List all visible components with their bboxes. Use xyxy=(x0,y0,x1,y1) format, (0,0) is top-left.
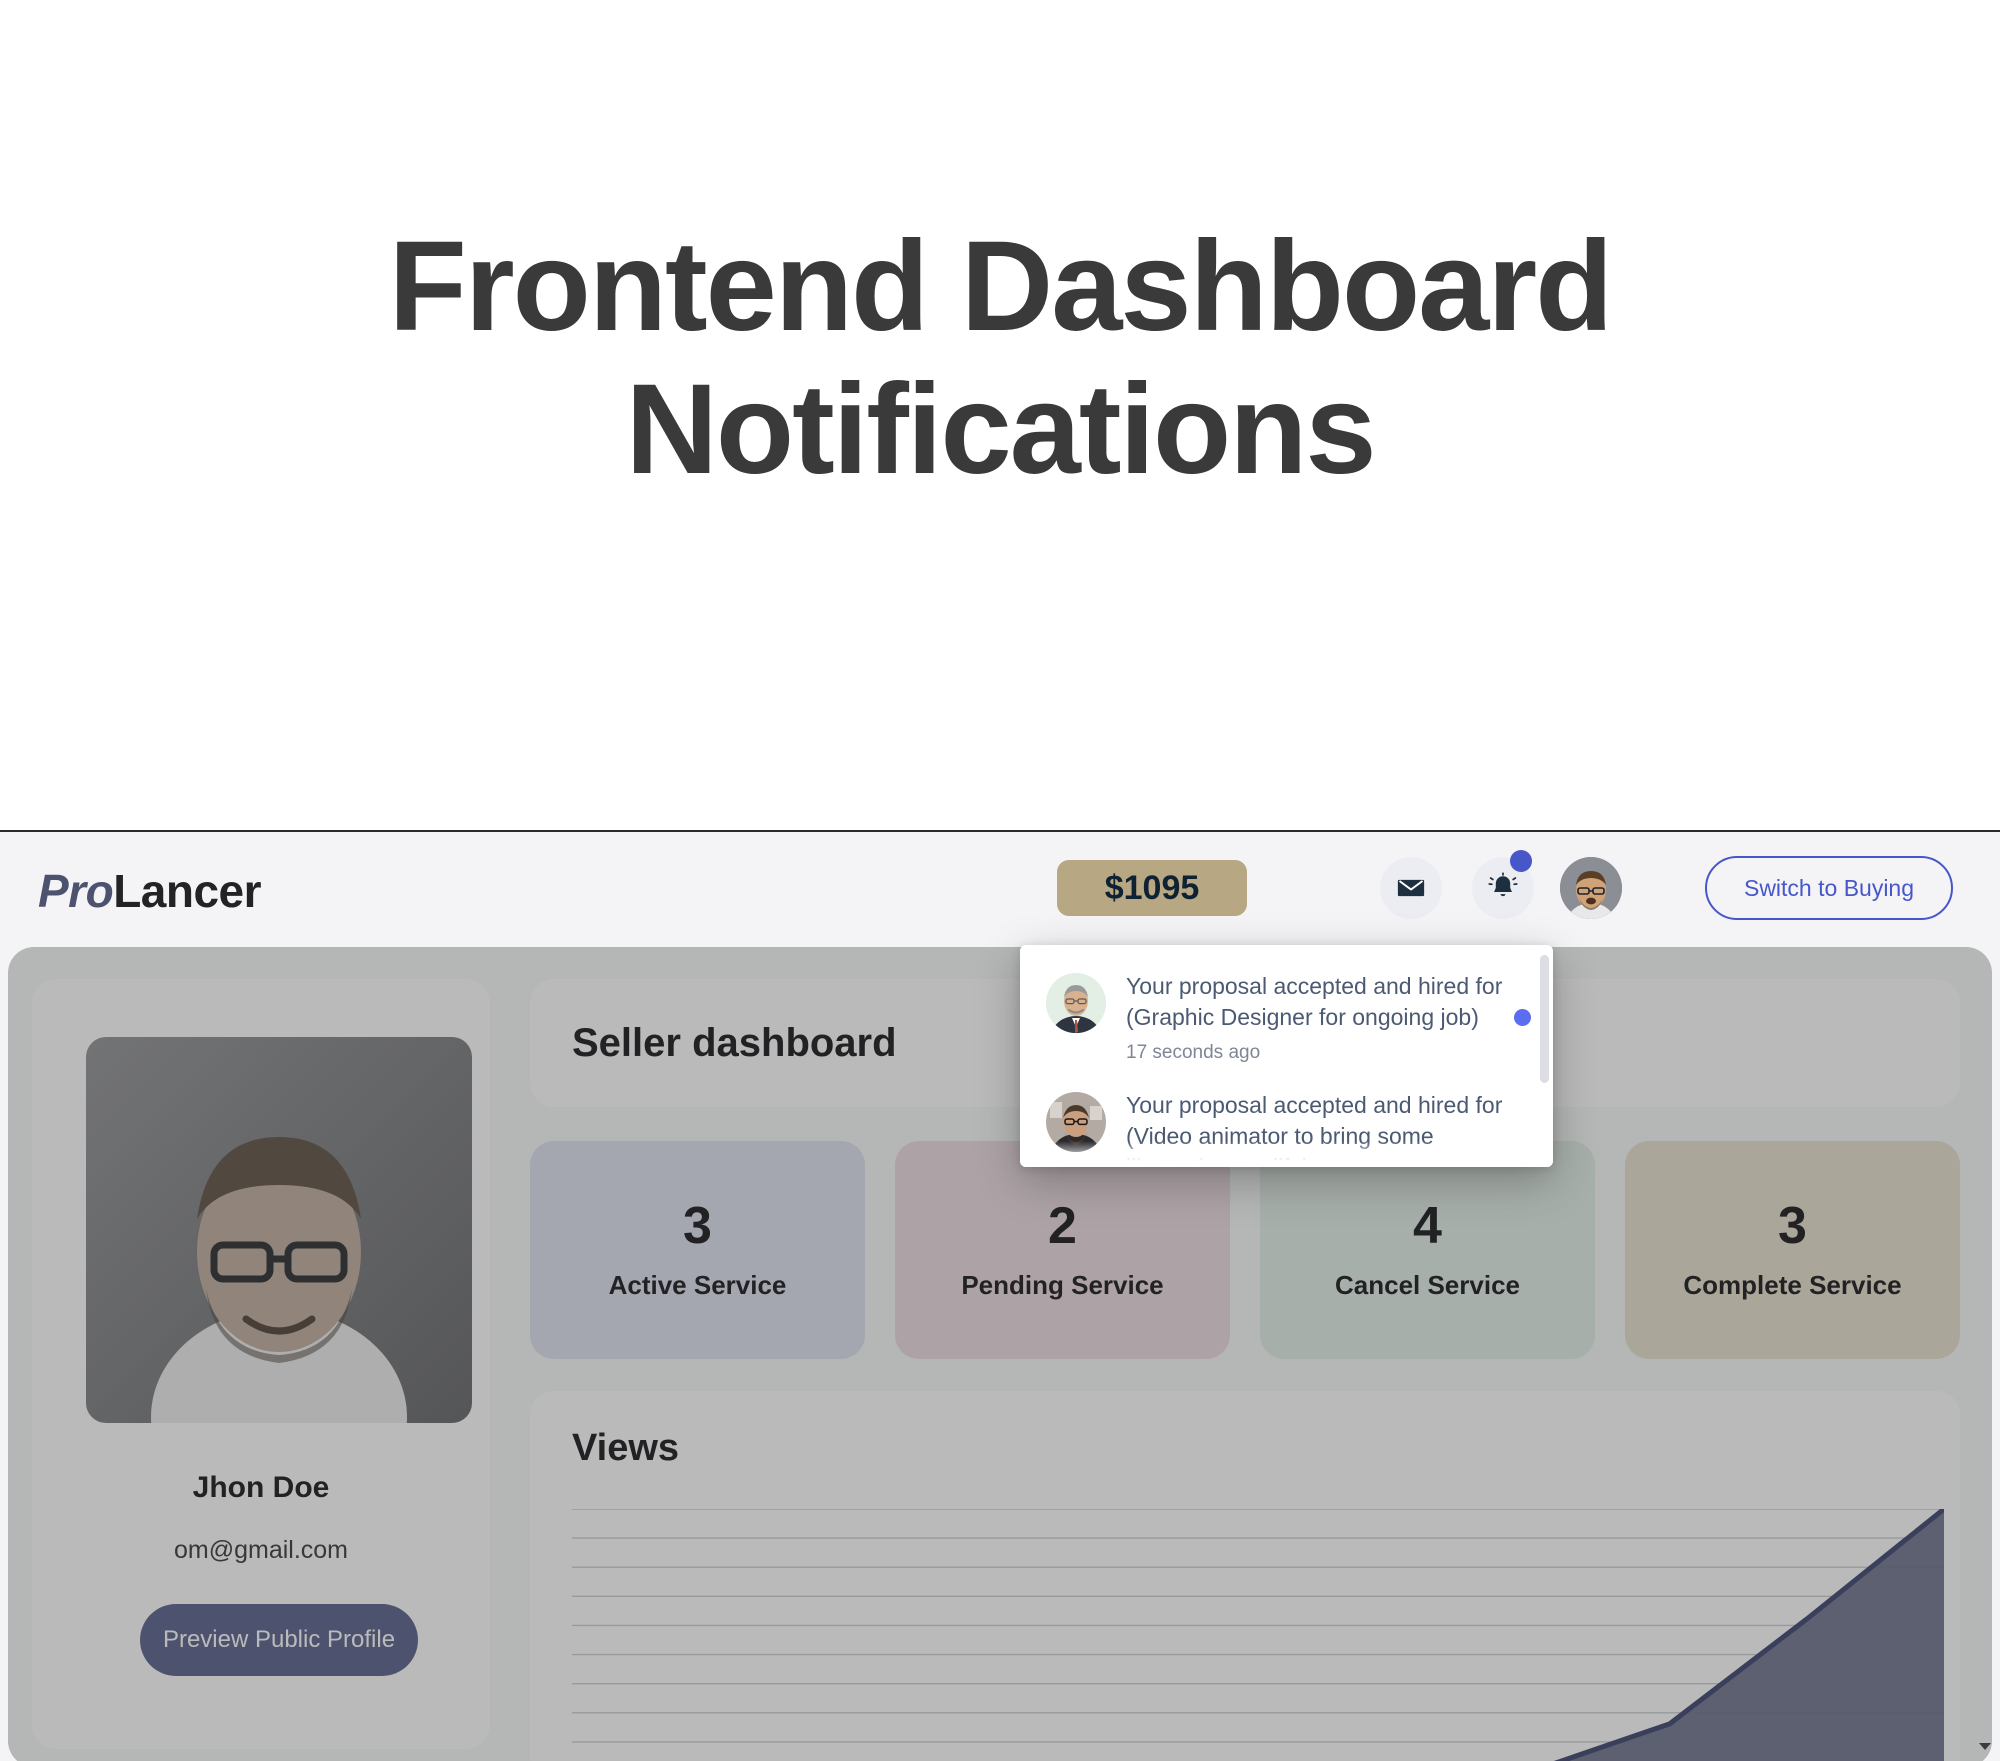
envelope-icon xyxy=(1397,879,1425,897)
hero-title-block: Frontend Dashboard Notifications xyxy=(0,0,2000,830)
views-chart-card: Views xyxy=(530,1391,1960,1761)
profile-email: om@gmail.com xyxy=(173,1536,349,1564)
messages-button[interactable] xyxy=(1380,857,1442,919)
notification-avatar xyxy=(1046,973,1106,1033)
app-screenshot-region: ProLancer Jhon Doe om@gmail.com Preview … xyxy=(0,830,2000,1761)
app-dimmed-content: ProLancer Jhon Doe om@gmail.com Preview … xyxy=(0,832,2000,1761)
avatar-man-suit-icon xyxy=(1046,973,1106,1033)
stat-value: 3 xyxy=(1778,1196,1807,1255)
avatar[interactable] xyxy=(1560,857,1622,919)
brand-prefix: Pro xyxy=(38,865,114,917)
notification-unread-badge xyxy=(1510,850,1532,872)
stat-card-active-service[interactable]: 3 Active Service xyxy=(530,1141,865,1359)
preview-public-profile-button[interactable]: Preview Public Profile xyxy=(140,1604,418,1676)
balance-pill[interactable]: $1095 xyxy=(1057,860,1247,916)
notification-list[interactable]: Your proposal accepted and hired for (Gr… xyxy=(1020,945,1553,1167)
notification-body: Your proposal accepted and hired for (Gr… xyxy=(1126,971,1527,1064)
views-title: Views xyxy=(572,1427,680,1469)
switch-to-buying-button[interactable]: Switch to Buying xyxy=(1705,856,1953,920)
page-title: Seller dashboard xyxy=(572,1020,897,1065)
app-header: ProLancer xyxy=(0,832,2000,947)
notification-scrollbar-thumb[interactable] xyxy=(1540,955,1549,1083)
views-area-chart xyxy=(572,1509,1944,1761)
brand-suffix: Lancer xyxy=(113,865,262,917)
stat-label: Pending Service xyxy=(961,1269,1164,1300)
notification-bottom-fade xyxy=(1020,1141,1553,1167)
stat-card-complete-service[interactable]: 3 Complete Service xyxy=(1625,1141,1960,1359)
notification-text: Your proposal accepted and hired for (Gr… xyxy=(1126,973,1503,1031)
stat-label: Cancel Service xyxy=(1334,1269,1520,1300)
views-chart-svg xyxy=(572,1509,1944,1761)
profile-name: Jhon Doe xyxy=(192,1471,330,1504)
dashboard-body-panel: Jhon Doe om@gmail.com Preview Public Pro… xyxy=(8,947,1992,1761)
stats-row: 3 Active Service 2 Pending Service 4 Can… xyxy=(530,1141,1960,1359)
scroll-down-arrow-icon[interactable] xyxy=(1976,1737,1994,1755)
notification-time: 17 seconds ago xyxy=(1126,1041,1261,1063)
profile-photo xyxy=(86,1037,472,1423)
stat-value: 3 xyxy=(683,1196,712,1255)
stat-value: 4 xyxy=(1413,1196,1442,1255)
hero-line-2: Notifications xyxy=(625,358,1376,502)
stat-label: Complete Service xyxy=(1683,1269,1902,1300)
profile-photo-illustration xyxy=(86,1037,472,1423)
hero-line-1: Frontend Dashboard xyxy=(388,215,1614,358)
stat-card-cancel-service[interactable]: 4 Cancel Service xyxy=(1260,1141,1595,1359)
profile-card: Jhon Doe om@gmail.com Preview Public Pro… xyxy=(32,979,490,1749)
brand-logo[interactable]: ProLancer xyxy=(38,864,262,918)
avatar-illustration xyxy=(1560,857,1622,919)
notification-item[interactable]: Your proposal accepted and hired for (Gr… xyxy=(1046,971,1531,1064)
notification-unread-dot xyxy=(1514,1009,1531,1026)
bell-icon xyxy=(1488,872,1518,897)
stat-card-pending-service[interactable]: 2 Pending Service xyxy=(895,1141,1230,1359)
stat-label: Active Service xyxy=(608,1269,787,1300)
notification-dropdown[interactable]: Your proposal accepted and hired for (Gr… xyxy=(1020,945,1553,1167)
stat-value: 2 xyxy=(1048,1196,1077,1255)
